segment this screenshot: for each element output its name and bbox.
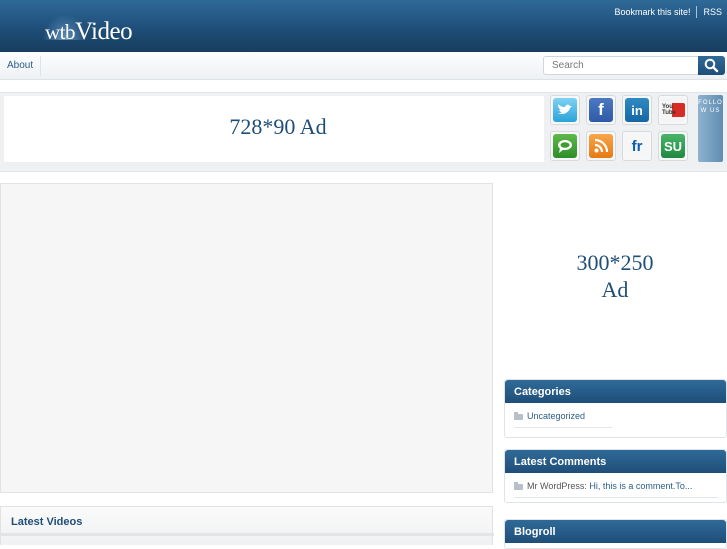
rss-icon (589, 134, 613, 158)
categories-widget: Categories Uncategorized (504, 379, 727, 438)
rss-link[interactable]: RSS (703, 7, 722, 17)
linkedin-icon-letters: in (631, 102, 643, 118)
comment-underline (514, 497, 718, 498)
category-underline (514, 427, 612, 428)
logo-text-wtb: wtb (45, 20, 76, 44)
flickr-icon-letters: fr (631, 137, 643, 155)
facebook-button[interactable]: f (586, 95, 616, 125)
bookmark-link[interactable]: Bookmark this site! (614, 7, 690, 17)
logo-text-video: Video (75, 18, 133, 45)
friendfeed-button[interactable] (550, 131, 580, 161)
blogroll-title: Blogroll (505, 520, 726, 543)
stumbleupon-icon: SU (661, 134, 685, 158)
top-links-divider (696, 6, 698, 18)
search-input[interactable] (543, 56, 698, 75)
latest-videos-heading: Latest Videos (11, 516, 83, 528)
search-icon (704, 58, 719, 73)
logo-text: wtbVideo (45, 18, 133, 46)
featured-video-area (0, 183, 493, 493)
latest-comments-title: Latest Comments (505, 450, 726, 473)
leaderboard-ad[interactable]: 728*90 Ad (4, 96, 544, 162)
linkedin-icon: in (625, 98, 649, 122)
top-links: Bookmark this site! RSS (614, 6, 722, 18)
search-button[interactable] (698, 56, 725, 75)
categories-title: Categories (505, 380, 726, 403)
youtube-icon: You Tube (661, 98, 685, 122)
comment-icon (514, 482, 523, 490)
facebook-icon: f (589, 98, 613, 122)
site-header: wtbVideo Bookmark this site! RSS (0, 0, 727, 52)
follow-us-tab[interactable]: FOLLOW US (698, 95, 723, 162)
folder-icon (514, 412, 523, 420)
friendfeed-icon (553, 134, 577, 158)
youtube-icon-text: You Tube (661, 103, 685, 117)
flickr-icon: fr (625, 134, 649, 158)
latest-videos-divider (1, 533, 494, 536)
category-item[interactable]: Uncategorized (505, 403, 726, 429)
latest-comments-widget: Latest Comments Mr WordPress: Hi, this i… (504, 449, 727, 503)
facebook-icon-letter: f (598, 100, 604, 119)
nav-item-about[interactable]: About (0, 56, 42, 76)
twitter-button[interactable] (550, 95, 580, 125)
follow-us-label: FOLLOW US (698, 100, 723, 114)
comment-author: Mr WordPress: (527, 481, 587, 491)
stumbleupon-button[interactable]: SU (658, 131, 688, 161)
youtube-button[interactable]: You Tube (658, 95, 688, 125)
linkedin-button[interactable]: in (622, 95, 652, 125)
rss-feed-button[interactable] (586, 131, 616, 161)
latest-videos-section: Latest Videos (0, 506, 494, 545)
sidebar-ad[interactable]: 300*250 Ad (503, 183, 727, 373)
category-link-uncategorized[interactable]: Uncategorized (527, 411, 585, 421)
sidebar-ad-label: 300*250 Ad (576, 250, 654, 302)
stumbleupon-icon-letters: SU (663, 138, 683, 154)
twitter-icon (553, 98, 577, 122)
comment-link[interactable]: Hi, this is a comment.To... (589, 481, 692, 491)
comment-item: Mr WordPress: Hi, this is a comment.To..… (505, 473, 726, 499)
leaderboard-ad-label: 728*90 Ad (229, 114, 327, 139)
flickr-button[interactable]: fr (622, 131, 652, 161)
